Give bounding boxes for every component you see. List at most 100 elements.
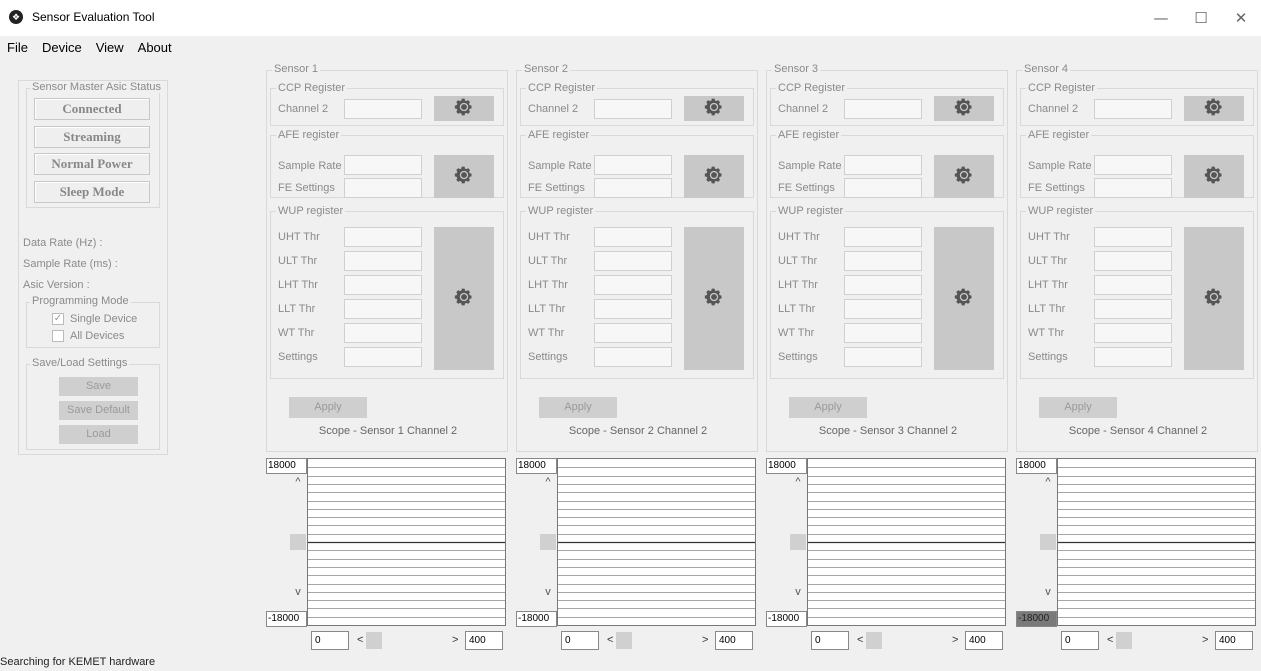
sensor-4-sample-rate-input[interactable] bbox=[1094, 155, 1172, 175]
sensor-1-ccp-gear-button[interactable] bbox=[434, 96, 494, 121]
scroll-left-icon[interactable]: < bbox=[1107, 634, 1113, 646]
sensor-4-channel-input[interactable] bbox=[1094, 99, 1172, 119]
sensor-2-y-scrollbar[interactable]: ^ v bbox=[539, 474, 557, 610]
single-device-checkbox[interactable]: ✓ bbox=[52, 313, 64, 325]
sensor-3-y-scroll-thumb[interactable] bbox=[790, 534, 806, 550]
menu-device[interactable]: Device bbox=[35, 38, 89, 55]
sensor-2-y-scroll-thumb[interactable] bbox=[540, 534, 556, 550]
sensor-1-y-min-input[interactable]: -18000 bbox=[266, 611, 307, 627]
scroll-left-icon[interactable]: < bbox=[857, 634, 863, 646]
sensor-2-settings-input[interactable] bbox=[594, 347, 672, 367]
sensor-1-lht-thr-input[interactable] bbox=[344, 275, 422, 295]
scroll-up-icon[interactable]: ^ bbox=[789, 476, 807, 488]
sensor-4-wt-thr-input[interactable] bbox=[1094, 323, 1172, 343]
sensor-1-ult-thr-input[interactable] bbox=[344, 251, 422, 271]
sensor-4-y-max-input[interactable]: 18000 bbox=[1016, 458, 1057, 474]
scroll-left-icon[interactable]: < bbox=[607, 634, 613, 646]
scroll-down-icon[interactable]: v bbox=[789, 586, 807, 598]
menu-about[interactable]: About bbox=[131, 38, 179, 55]
scroll-right-icon[interactable]: > bbox=[952, 634, 958, 646]
sensor-3-fe-settings-input[interactable] bbox=[844, 178, 922, 198]
sensor-4-y-scrollbar[interactable]: ^ v bbox=[1039, 474, 1057, 610]
sensor-3-y-max-input[interactable]: 18000 bbox=[766, 458, 807, 474]
sensor-3-x-max-input[interactable]: 400 bbox=[965, 631, 1003, 650]
minimize-button[interactable]: — bbox=[1141, 6, 1181, 30]
sensor-1-sample-rate-input[interactable] bbox=[344, 155, 422, 175]
sensor-2-x-min-input[interactable]: 0 bbox=[561, 631, 599, 650]
sensor-1-x-scroll-thumb[interactable] bbox=[366, 632, 382, 649]
sensor-4-afe-gear-button[interactable] bbox=[1184, 155, 1244, 198]
scroll-up-icon[interactable]: ^ bbox=[1039, 476, 1057, 488]
sensor-2-fe-settings-input[interactable] bbox=[594, 178, 672, 198]
close-button[interactable]: ✕ bbox=[1221, 6, 1261, 30]
sensor-3-uht-thr-input[interactable] bbox=[844, 227, 922, 247]
sensor-2-y-max-input[interactable]: 18000 bbox=[516, 458, 557, 474]
sensor-2-channel-input[interactable] bbox=[594, 99, 672, 119]
normal-power-button[interactable]: Normal Power bbox=[34, 153, 150, 175]
sensor-4-uht-thr-input[interactable] bbox=[1094, 227, 1172, 247]
scroll-down-icon[interactable]: v bbox=[1039, 586, 1057, 598]
sleep-mode-button[interactable]: Sleep Mode bbox=[34, 181, 150, 203]
sensor-2-x-scrollbar[interactable]: < > bbox=[602, 631, 712, 650]
sensor-2-sample-rate-input[interactable] bbox=[594, 155, 672, 175]
streaming-button[interactable]: Streaming bbox=[34, 126, 150, 148]
sensor-3-ccp-gear-button[interactable] bbox=[934, 96, 994, 121]
sensor-3-x-scrollbar[interactable]: < > bbox=[852, 631, 962, 650]
scroll-right-icon[interactable]: > bbox=[702, 634, 708, 646]
sensor-2-uht-thr-input[interactable] bbox=[594, 227, 672, 247]
scroll-up-icon[interactable]: ^ bbox=[289, 476, 307, 488]
sensor-1-settings-input[interactable] bbox=[344, 347, 422, 367]
sensor-3-settings-input[interactable] bbox=[844, 347, 922, 367]
sensor-3-afe-gear-button[interactable] bbox=[934, 155, 994, 198]
sensor-1-fe-settings-input[interactable] bbox=[344, 178, 422, 198]
scroll-up-icon[interactable]: ^ bbox=[539, 476, 557, 488]
sensor-1-y-scrollbar[interactable]: ^ v bbox=[289, 474, 307, 610]
sensor-3-wup-gear-button[interactable] bbox=[934, 227, 994, 370]
sensor-2-x-max-input[interactable]: 400 bbox=[715, 631, 753, 650]
sensor-2-y-min-input[interactable]: -18000 bbox=[516, 611, 557, 627]
sensor-4-y-scroll-thumb[interactable] bbox=[1040, 534, 1056, 550]
sensor-2-ult-thr-input[interactable] bbox=[594, 251, 672, 271]
sensor-1-x-scrollbar[interactable]: < > bbox=[352, 631, 462, 650]
sensor-2-llt-thr-input[interactable] bbox=[594, 299, 672, 319]
sensor-2-x-scroll-thumb[interactable] bbox=[616, 632, 632, 649]
maximize-button[interactable]: ☐ bbox=[1181, 6, 1221, 30]
sensor-3-x-scroll-thumb[interactable] bbox=[866, 632, 882, 649]
sensor-4-llt-thr-input[interactable] bbox=[1094, 299, 1172, 319]
sensor-1-y-scroll-thumb[interactable] bbox=[290, 534, 306, 550]
sensor-4-apply-button[interactable]: Apply bbox=[1039, 397, 1117, 418]
sensor-4-wup-gear-button[interactable] bbox=[1184, 227, 1244, 370]
sensor-2-apply-button[interactable]: Apply bbox=[539, 397, 617, 418]
save-default-button[interactable]: Save Default bbox=[59, 401, 138, 420]
sensor-4-x-min-input[interactable]: 0 bbox=[1061, 631, 1099, 650]
sensor-1-y-max-input[interactable]: 18000 bbox=[266, 458, 307, 474]
sensor-1-llt-thr-input[interactable] bbox=[344, 299, 422, 319]
sensor-3-y-scrollbar[interactable]: ^ v bbox=[789, 474, 807, 610]
sensor-4-fe-settings-input[interactable] bbox=[1094, 178, 1172, 198]
sensor-3-apply-button[interactable]: Apply bbox=[789, 397, 867, 418]
sensor-2-afe-gear-button[interactable] bbox=[684, 155, 744, 198]
sensor-3-x-min-input[interactable]: 0 bbox=[811, 631, 849, 650]
sensor-2-ccp-gear-button[interactable] bbox=[684, 96, 744, 121]
sensor-1-x-min-input[interactable]: 0 bbox=[311, 631, 349, 650]
menu-file[interactable]: File bbox=[0, 38, 35, 55]
sensor-3-sample-rate-input[interactable] bbox=[844, 155, 922, 175]
sensor-1-afe-gear-button[interactable] bbox=[434, 155, 494, 198]
sensor-1-apply-button[interactable]: Apply bbox=[289, 397, 367, 418]
connected-button[interactable]: Connected bbox=[34, 98, 150, 120]
sensor-1-wup-gear-button[interactable] bbox=[434, 227, 494, 370]
sensor-3-channel-input[interactable] bbox=[844, 99, 922, 119]
sensor-4-ccp-gear-button[interactable] bbox=[1184, 96, 1244, 121]
scroll-down-icon[interactable]: v bbox=[289, 586, 307, 598]
sensor-4-x-scroll-thumb[interactable] bbox=[1116, 632, 1132, 649]
menu-view[interactable]: View bbox=[89, 38, 131, 55]
sensor-2-wt-thr-input[interactable] bbox=[594, 323, 672, 343]
sensor-3-ult-thr-input[interactable] bbox=[844, 251, 922, 271]
sensor-1-channel-input[interactable] bbox=[344, 99, 422, 119]
scroll-right-icon[interactable]: > bbox=[1202, 634, 1208, 646]
sensor-3-y-min-input[interactable]: -18000 bbox=[766, 611, 807, 627]
save-button[interactable]: Save bbox=[59, 377, 138, 396]
sensor-4-settings-input[interactable] bbox=[1094, 347, 1172, 367]
all-devices-checkbox[interactable] bbox=[52, 330, 64, 342]
sensor-4-ult-thr-input[interactable] bbox=[1094, 251, 1172, 271]
